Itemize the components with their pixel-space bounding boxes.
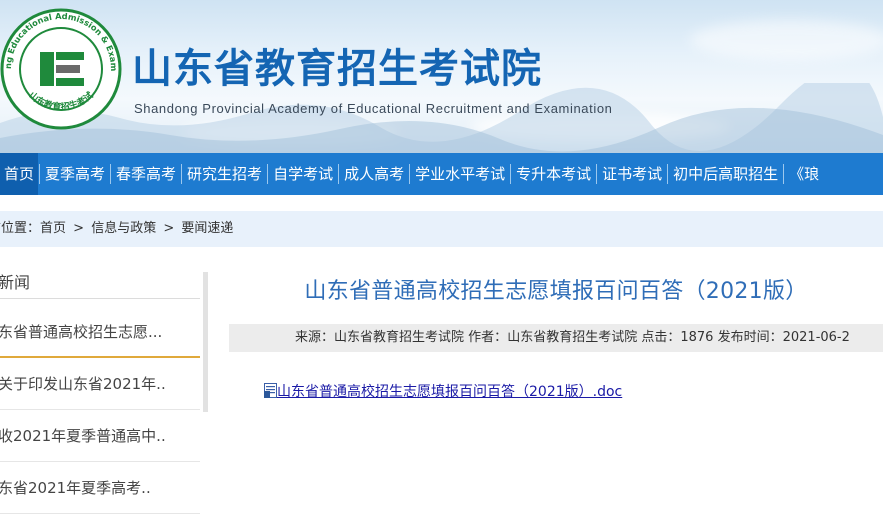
meta-clicks-label: 点击： xyxy=(641,330,681,345)
nav-divider xyxy=(338,164,340,184)
breadcrumb-news-express[interactable]: 要闻速递 xyxy=(181,221,233,236)
breadcrumb-separator: > xyxy=(163,221,175,236)
meta-date-label: 发布时间： xyxy=(717,330,783,345)
meta-author: 山东省教育招生考试院 xyxy=(507,330,638,345)
sidebar-news-item[interactable]: 关于印发山东省2021年.. xyxy=(0,358,200,410)
nav-item-spring-gaokao[interactable]: 春季高考 xyxy=(112,153,180,195)
nav-item-self-study-exam[interactable]: 自学考试 xyxy=(269,153,337,195)
meta-clicks: 1876 xyxy=(680,330,714,345)
nav-divider xyxy=(783,164,785,184)
nav-item-summer-gaokao[interactable]: 夏季高考 xyxy=(41,153,109,195)
nav-item-proficiency-test[interactable]: 学业水平考试 xyxy=(411,153,509,195)
nav-item-certificate-exam[interactable]: 证书考试 xyxy=(598,153,666,195)
nav-divider xyxy=(110,164,112,184)
sidebar-news-item[interactable]: 东省普通高校招生志愿... xyxy=(0,306,200,358)
site-title: 山东省教育招生考试院 xyxy=(132,46,542,92)
main-nav: 首页 夏季高考 春季高考 研究生招考 自学考试 成人高考 学业水平考试 专升本考… xyxy=(0,153,883,195)
nav-item-graduate-exam[interactable]: 研究生招考 xyxy=(183,153,266,195)
attachment-link[interactable]: 山东省普通高校招生志愿填报百问百答（2021版）.doc xyxy=(264,381,622,401)
site-header: Shandong Educational Admission & Examina… xyxy=(0,0,883,153)
sidebar-scrollbar[interactable] xyxy=(203,272,208,412)
breadcrumb: 前位置：首页 > 信息与政策 > 要闻速递 xyxy=(0,211,883,247)
meta-source-label: 来源： xyxy=(295,330,335,345)
sidebar: 新闻 东省普通高校招生志愿... 关于印发山东省2021年.. 收2021年夏季… xyxy=(0,266,208,514)
nav-item-upgrade-exam[interactable]: 专升本考试 xyxy=(512,153,595,195)
sidebar-news-item[interactable]: 东省2021年夏季高考.. xyxy=(0,462,200,514)
nav-item-adult-gaokao[interactable]: 成人高考 xyxy=(340,153,408,195)
article-meta: 来源：山东省教育招生考试院 作者：山东省教育招生考试院 点击：1876 发布时间… xyxy=(229,324,883,352)
nav-item-vocational-enrollment[interactable]: 初中后高职招生 xyxy=(669,153,782,195)
meta-date: 2021-06-2 xyxy=(782,330,850,345)
meta-author-label: 作者： xyxy=(468,330,508,345)
header-cloud xyxy=(690,20,883,60)
nav-divider xyxy=(510,164,512,184)
nav-divider xyxy=(596,164,598,184)
article-title: 山东省普通高校招生志愿填报百问百答（2021版） xyxy=(304,279,808,304)
breadcrumb-home[interactable]: 首页 xyxy=(40,221,66,236)
nav-divider xyxy=(667,164,669,184)
nav-item-home[interactable]: 首页 xyxy=(0,153,39,195)
nav-divider xyxy=(409,164,411,184)
breadcrumb-separator: > xyxy=(73,221,85,236)
breadcrumb-prefix: 前位置： xyxy=(0,221,41,236)
word-doc-icon xyxy=(264,383,277,398)
site-subtitle: Shandong Provincial Academy of Education… xyxy=(134,101,613,116)
breadcrumb-info-policy[interactable]: 信息与政策 xyxy=(91,221,156,236)
nav-divider xyxy=(181,164,183,184)
meta-source: 山东省教育招生考试院 xyxy=(334,330,465,345)
attachment-filename[interactable]: 山东省普通高校招生志愿填报百问百答（2021版）.doc xyxy=(277,384,622,400)
nav-divider xyxy=(39,164,41,184)
sidebar-news-item[interactable]: 收2021年夏季普通高中.. xyxy=(0,410,200,462)
sidebar-title: 新闻 xyxy=(0,266,200,299)
nav-item-more[interactable]: 《琅 xyxy=(785,153,823,195)
nav-divider xyxy=(267,164,269,184)
academy-logo: Shandong Educational Admission & Examina… xyxy=(0,8,122,130)
